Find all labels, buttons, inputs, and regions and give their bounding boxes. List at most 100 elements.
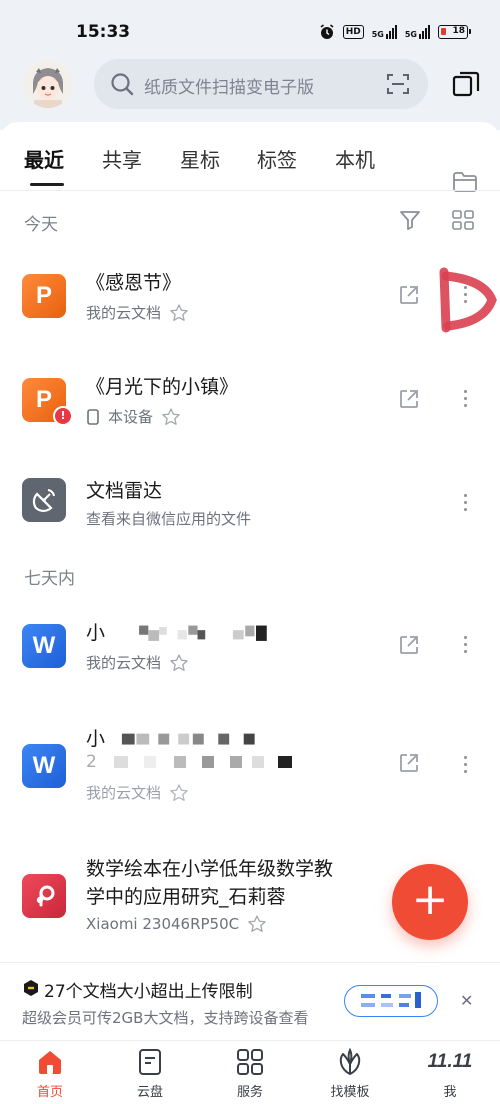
file-row[interactable]: W 小 2 我的云文档	[0, 704, 500, 820]
share-icon[interactable]	[398, 634, 420, 656]
scan-icon[interactable]	[386, 72, 410, 96]
file-location: 我的云文档	[86, 782, 189, 803]
file-location: 我的云文档	[86, 302, 189, 323]
upload-limit-notice[interactable]: 27个文档大小超出上传限制 超级会员可传2GB大文档，支持跨设备查看 ✕	[0, 962, 500, 1038]
file-location-text: 我的云文档	[86, 654, 162, 672]
word-file-icon: W	[22, 624, 66, 668]
nav-cloud-drive[interactable]: 云盘	[110, 1047, 190, 1100]
more-options-icon[interactable]	[460, 494, 470, 515]
file-name-line2: 学中的应用研究_石莉蓉	[86, 886, 286, 908]
tab-shared[interactable]: 共享	[102, 144, 142, 173]
redacted-text	[114, 756, 293, 768]
nav-services-label: 服务	[236, 1085, 263, 1100]
sync-error-icon: !	[53, 406, 73, 426]
nav-services[interactable]: 服务	[210, 1047, 290, 1100]
nav-templates[interactable]: 找模板	[310, 1047, 390, 1100]
document-radar-row[interactable]: 文档雷达 查看来自微信应用的文件	[0, 456, 500, 552]
status-bar: 15:33 HD 5G 5G 18	[0, 0, 500, 60]
share-icon[interactable]	[398, 752, 420, 774]
tabs-divider	[0, 190, 500, 191]
tab-local[interactable]: 本机	[335, 144, 375, 173]
radar-description: 查看来自微信应用的文件	[86, 510, 252, 528]
pdf-file-icon	[22, 874, 66, 918]
device-icon	[87, 408, 99, 425]
search-bar[interactable]: 纸质文件扫描变电子版	[94, 59, 428, 109]
notice-subtitle: 超级会员可传2GB大文档，支持跨设备查看	[22, 1009, 309, 1027]
redacted-text	[121, 733, 255, 745]
red-annotation-mark	[439, 267, 497, 333]
filter-icon[interactable]	[398, 208, 422, 232]
alarm-icon	[320, 24, 334, 39]
status-icons: HD 5G 5G 18	[319, 24, 471, 40]
active-tab-indicator	[30, 183, 64, 186]
file-location-text: 我的云文档	[86, 784, 162, 802]
grid-view-icon[interactable]	[452, 210, 474, 230]
tab-starred[interactable]: 星标	[180, 144, 220, 173]
file-name: 《感恩节》	[86, 272, 182, 294]
file-location-text: 我的云文档	[86, 304, 162, 322]
file-name: 小	[86, 724, 271, 751]
star-icon[interactable]	[169, 303, 189, 323]
tab-tags[interactable]: 标签	[257, 144, 297, 173]
bottom-navigation: 首页 云盘 服务 找模板 11.11 我	[0, 1040, 500, 1104]
avatar-image	[24, 60, 72, 108]
nav-cloud-drive-label: 云盘	[136, 1085, 163, 1100]
share-icon[interactable]	[398, 284, 420, 306]
file-name-visible-text: 小	[86, 728, 106, 750]
section-title-today: 今天	[24, 215, 58, 235]
add-new-button[interactable]: +	[392, 864, 468, 940]
multi-window-icon[interactable]	[452, 70, 480, 98]
file-name-line1: 数学绘本在小学低年级数学教	[86, 858, 334, 880]
star-icon[interactable]	[247, 914, 267, 934]
nav-home[interactable]: 首页	[10, 1047, 90, 1100]
file-location: 查看来自微信应用的文件	[86, 508, 251, 529]
double-eleven-icon: 11.11	[427, 1051, 473, 1072]
file-name: 文档雷达	[86, 480, 163, 502]
signal-2-icon: 5G	[405, 25, 430, 39]
notice-title: 27个文档大小超出上传限制	[44, 982, 253, 1002]
file-location: 本设备	[86, 406, 181, 427]
ppt-file-icon: P	[22, 274, 66, 318]
file-location-text: 本设备	[108, 408, 154, 426]
star-icon[interactable]	[169, 783, 189, 803]
avatar[interactable]	[24, 60, 72, 108]
star-icon[interactable]	[161, 407, 181, 427]
search-placeholder: 纸质文件扫描变电子版	[144, 78, 314, 98]
close-icon[interactable]: ✕	[460, 991, 473, 1010]
nav-me-label: 我	[443, 1085, 457, 1100]
leaf-icon	[339, 1047, 361, 1075]
tab-bar: 最近 共享 星标 标签 本机	[0, 144, 500, 192]
section-title-week: 七天内	[24, 569, 75, 589]
search-icon	[111, 73, 134, 96]
more-options-icon[interactable]	[460, 756, 470, 777]
services-grid-icon	[237, 1049, 263, 1075]
more-options-icon[interactable]	[460, 636, 470, 657]
nav-home-label: 首页	[36, 1085, 63, 1100]
file-row[interactable]: W 小 我的云文档	[0, 598, 500, 694]
file-location-text: Xiaomi 23046RP50C	[86, 915, 240, 933]
redacted-text	[139, 625, 267, 641]
cloud-drive-icon	[139, 1049, 161, 1075]
file-location: Xiaomi 23046RP50C	[86, 914, 267, 934]
warning-hexagon-icon	[24, 980, 38, 996]
file-location: 我的云文档	[86, 652, 189, 673]
file-name-visible-text: 小	[86, 622, 106, 644]
file-row[interactable]: P 《感恩节》 我的云文档	[0, 248, 500, 344]
share-icon[interactable]	[398, 388, 420, 410]
nav-templates-label: 找模板	[330, 1085, 370, 1100]
star-icon[interactable]	[169, 653, 189, 673]
signal-1-icon: 5G	[372, 25, 397, 39]
nav-me[interactable]: 11.11 我	[410, 1047, 490, 1100]
radar-icon	[22, 478, 66, 522]
file-name: 小	[86, 618, 301, 645]
file-name-line2-text: 2	[86, 752, 97, 772]
redacted-button-label	[361, 992, 421, 1008]
upgrade-button[interactable]	[344, 985, 438, 1017]
file-row[interactable]: P ! 《月光下的小镇》 本设备	[0, 352, 500, 448]
file-name: 《月光下的小镇》	[86, 376, 239, 398]
hd-badge: HD	[342, 25, 364, 39]
file-name-line2: 2	[86, 752, 298, 772]
tab-recent[interactable]: 最近	[24, 144, 64, 173]
more-options-icon[interactable]	[460, 390, 470, 411]
home-icon	[39, 1051, 61, 1074]
